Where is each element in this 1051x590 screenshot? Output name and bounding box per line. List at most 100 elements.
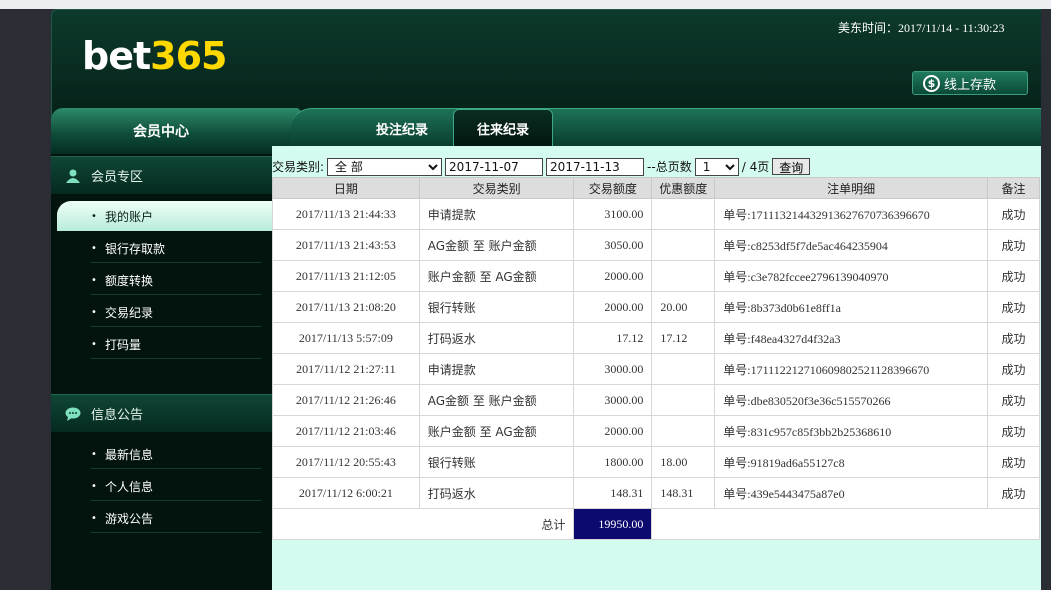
online-deposit-label: 线上存款 <box>944 77 997 93</box>
query-button[interactable]: 查询 <box>772 158 811 175</box>
user-icon <box>66 169 80 183</box>
cell-order-detail: 单号:171112212710609802521128396670 <box>714 353 989 385</box>
logo-text-bet: bet <box>82 34 151 78</box>
cell-order-detail: 单号:f48ea4327d4f32a3 <box>714 322 989 354</box>
cell-date: 2017/11/12 21:26:46 <box>272 384 420 416</box>
sidebar: 会员专区 • 我的账户 • 银行存取款 • 额度转换 • 交易纪录 • 打码量 信息公告 … <box>51 154 272 590</box>
cell-remark: 成功 <box>987 322 1040 354</box>
table-row[interactable]: 2017/11/13 21:08:20 银行转账 2000.00 20.00 单号:8b… <box>272 291 1040 323</box>
cell-date: 2017/11/12 21:03:46 <box>272 415 420 447</box>
table-row[interactable]: 2017/11/13 5:57:09 打码返水 17.12 17.12 单号:f48ea… <box>272 322 1040 354</box>
col-date: 日期 <box>272 177 420 199</box>
start-date-input[interactable] <box>445 157 544 176</box>
sidebar-item-bet-volume[interactable]: • 打码量 <box>91 329 271 359</box>
cell-amount: 2000.00 <box>573 415 653 447</box>
cell-date: 2017/11/12 20:55:43 <box>272 446 420 478</box>
cell-bonus: 20.00 <box>651 291 716 323</box>
cell-date: 2017/11/13 21:43:53 <box>272 229 420 261</box>
col-bonus: 优惠额度 <box>651 177 716 199</box>
table-row[interactable]: 2017/11/12 21:26:46 AG金额 至 账户金额 3000.00 单号:… <box>272 384 1040 416</box>
sidebar-item-label: 我的账户 <box>105 209 154 224</box>
table-row[interactable]: 2017/11/12 20:55:43 银行转账 1800.00 18.00 单号:91… <box>272 446 1040 478</box>
divider <box>91 294 261 295</box>
table-row[interactable]: 2017/11/13 21:44:33 申请提款 3100.00 单号:1711132… <box>272 198 1040 230</box>
cell-order-detail: 单号:91819ad6a55127c8 <box>714 446 989 478</box>
cell-type: 申请提款 <box>418 353 575 385</box>
table-body: 2017/11/13 21:44:33 申请提款 3100.00 单号:1711132… <box>271 198 1040 540</box>
cell-bonus <box>651 415 716 447</box>
cell-bonus <box>651 353 716 385</box>
eastern-time-clock: 美东时间：2017/11/14 - 11:30:23 <box>838 21 1005 35</box>
divider <box>91 358 261 359</box>
cell-order-detail: 单号:439e5443475a87e0 <box>714 477 989 509</box>
cell-bonus: 17.12 <box>651 322 716 354</box>
cell-date: 2017/11/12 21:27:11 <box>272 353 420 385</box>
sidebar-item-bank-deposit-withdraw[interactable]: • 银行存取款 <box>91 233 271 263</box>
cell-order-detail: 单号:171113214432913627670736396670 <box>714 198 989 230</box>
cell-bonus: 18.00 <box>651 446 716 478</box>
bet365-logo[interactable]: bet365 <box>82 33 227 79</box>
sidebar-item-transaction-records[interactable]: • 交易纪录 <box>91 297 271 327</box>
cell-remark: 成功 <box>987 415 1040 447</box>
sidebar-item-personal-info[interactable]: • 个人信息 <box>91 471 271 501</box>
sidebar-item-latest-info[interactable]: • 最新信息 <box>91 439 271 469</box>
cell-date: 2017/11/13 5:57:09 <box>272 322 420 354</box>
page-count: / 4页 <box>741 160 770 174</box>
section-member-area[interactable]: 会员专区 <box>51 156 272 194</box>
cell-remark: 成功 <box>987 446 1040 478</box>
table-row[interactable]: 2017/11/13 21:43:53 AG金额 至 账户金额 3050.00 单号:… <box>272 229 1040 261</box>
cell-amount: 3050.00 <box>573 229 653 261</box>
cell-order-detail: 单号:8b373d0b61e8ff1a <box>714 291 989 323</box>
transaction-type-select[interactable]: 全 部 <box>327 157 443 176</box>
sidebar-item-label: 银行存取款 <box>105 241 166 256</box>
cell-bonus <box>651 229 716 261</box>
cell-remark: 成功 <box>987 260 1040 292</box>
total-label: 总计 <box>271 508 575 540</box>
table-row[interactable]: 2017/11/13 21:12:05 账户金额 至 AG金额 2000.00 单号:… <box>272 260 1040 292</box>
cell-type: AG金额 至 账户金额 <box>418 384 575 416</box>
table-total-row: 总计 19950.00 <box>271 508 1040 540</box>
cell-bonus: 148.31 <box>651 477 716 509</box>
tab-transaction-records[interactable]: 往来纪录 <box>453 109 553 147</box>
sidebar-item-my-account[interactable]: • 我的账户 <box>57 201 272 231</box>
col-type: 交易类别 <box>418 177 575 199</box>
tab-bet-records[interactable]: 投注纪录 <box>358 109 446 147</box>
section-announcements[interactable]: 信息公告 <box>51 394 272 432</box>
total-pages-label: --总页数 <box>647 160 692 174</box>
cell-type: AG金额 至 账户金额 <box>418 229 575 261</box>
divider <box>91 468 261 469</box>
cell-amount: 3000.00 <box>573 353 653 385</box>
cell-date: 2017/11/12 6:00:21 <box>272 477 420 509</box>
cell-remark: 成功 <box>987 229 1040 261</box>
end-date-input[interactable] <box>546 157 645 176</box>
cell-type: 打码返水 <box>418 322 575 354</box>
dollar-circle-icon: $ <box>923 74 940 92</box>
section-member-area-label: 会员专区 <box>91 170 144 185</box>
cell-amount: 3000.00 <box>573 384 653 416</box>
sidebar-item-label: 游戏公告 <box>105 511 154 526</box>
cell-type: 银行转账 <box>418 291 575 323</box>
table-row[interactable]: 2017/11/12 6:00:21 打码返水 148.31 148.31 单号:439… <box>272 477 1040 509</box>
divider <box>91 532 261 533</box>
tab-bar: 投注纪录 往来纪录 <box>290 108 1041 147</box>
online-deposit-button[interactable]: $ 线上存款 <box>912 71 1028 95</box>
table-header-row: 日期 交易类别 交易额度 优惠额度 注单明细 备注 <box>272 177 1040 199</box>
total-empty <box>651 508 1040 540</box>
cell-type: 账户金额 至 AG金额 <box>418 260 575 292</box>
sidebar-item-balance-transfer[interactable]: • 额度转换 <box>91 265 271 295</box>
cell-remark: 成功 <box>987 353 1040 385</box>
cell-remark: 成功 <box>987 384 1040 416</box>
cell-bonus <box>651 260 716 292</box>
filter-bar: 交易类别: 全 部 --总页数 1 / 4页 查询 <box>272 156 872 177</box>
cell-bonus <box>651 198 716 230</box>
col-order-detail: 注单明细 <box>714 177 989 199</box>
table-row[interactable]: 2017/11/12 21:03:46 账户金额 至 AG金额 2000.00 单号:… <box>272 415 1040 447</box>
page-select[interactable]: 1 <box>694 157 739 176</box>
sidebar-item-label: 个人信息 <box>105 479 154 494</box>
table-row[interactable]: 2017/11/12 21:27:11 申请提款 3000.00 单号:1711122… <box>272 353 1040 385</box>
cell-order-detail: 单号:831c957c85f3bb2b25368610 <box>714 415 989 447</box>
cell-amount: 3100.00 <box>573 198 653 230</box>
sidebar-item-game-announcements[interactable]: • 游戏公告 <box>91 503 271 533</box>
cell-amount: 17.12 <box>573 322 653 354</box>
cell-remark: 成功 <box>987 291 1040 323</box>
